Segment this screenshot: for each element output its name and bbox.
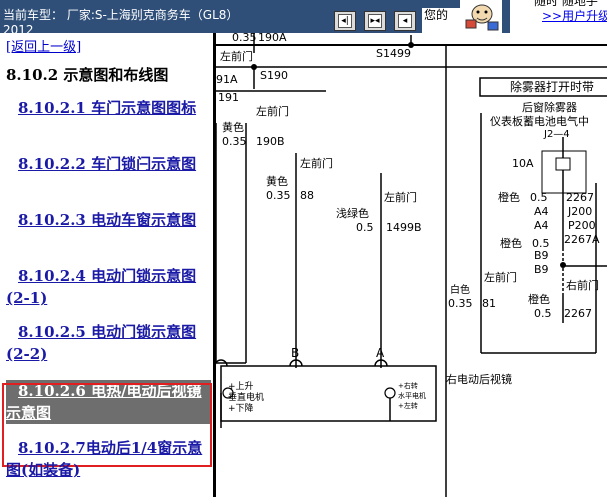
label-wire1-circuit: 190B xyxy=(256,135,285,148)
label-wire-lf-door2: 左前门 xyxy=(300,156,333,170)
label-hmotor: 水平电机 xyxy=(398,391,426,400)
triangle-left-icon: ◂ xyxy=(398,14,412,28)
back-link[interactable]: [返回上一级] xyxy=(6,36,81,55)
label-vmotor-down: +下降 xyxy=(228,402,254,414)
label-lf-door-right: 左前门 xyxy=(484,270,517,284)
toc-item-power-lock-2[interactable]: 8.10.2.5 电动门锁示意图(2-2) xyxy=(6,321,211,365)
toc-item-rear-quarter-window[interactable]: 8.10.2.7电动后1/4窗示意图(如装备) xyxy=(6,437,211,481)
label-wire1-gauge: 0.35 xyxy=(222,135,247,148)
label-orange2-color: 橙色 xyxy=(500,236,522,250)
label-wire5-circuit: 81 xyxy=(482,297,496,310)
greeting-text: 您的 xyxy=(422,8,460,33)
wiring-diagram: 0.35 190A 左前门 S1499 91A S190 191 左前门 黄色 … xyxy=(216,33,607,497)
mascot-icon xyxy=(460,0,502,33)
fuse-block xyxy=(541,150,587,194)
label-wire3-color: 浅绿色 xyxy=(336,206,369,220)
label-190a: 190A xyxy=(258,33,287,44)
promo-area: 随时 随地手 >>用户升级 xyxy=(510,0,607,33)
label-wire3-gauge: 0.5 xyxy=(356,221,374,234)
label-b9-1: B9 xyxy=(534,249,549,262)
label-w1: 0.35 xyxy=(232,33,257,44)
splice-s190 xyxy=(251,64,257,70)
label-orange1-circuit: 2267 xyxy=(566,191,594,204)
collapse-icon: ▸◂ xyxy=(368,14,382,28)
label-hmotor-right: +右转 xyxy=(398,381,418,390)
current-model-label: 当前车型： 厂家:S-上海别克商务车（GL8） xyxy=(3,8,239,22)
label-j2: J2—4 xyxy=(543,129,570,140)
label-defog-box: 除雾器打开时带 xyxy=(510,79,594,94)
label-s190: S190 xyxy=(260,69,288,82)
previous-button[interactable]: ◂ xyxy=(394,11,416,31)
skip-back-icon: ◂| xyxy=(338,14,352,28)
label-wire1-door: 左前门 xyxy=(256,104,289,118)
label-rf-door: 右前门 xyxy=(566,278,599,292)
label-a4-2: A4 xyxy=(534,219,549,232)
user-upgrade-link[interactable]: >>用户升级 xyxy=(542,9,607,24)
top-toolbar: 当前车型： 厂家:S-上海别克商务车（GL8） 2012 ◂| ▸◂ ◂ 您的 … xyxy=(0,0,607,33)
label-vmotor: 垂直电机 xyxy=(228,391,264,403)
label-wire1-color: 黄色 xyxy=(222,120,244,134)
label-wire2-gauge: 0.35 xyxy=(266,189,291,202)
label-right-mirror: 右电动后视镜 xyxy=(446,372,512,386)
toc-item-door-lock-latch[interactable]: 8.10.2.2 车门锁闩示意图 xyxy=(6,153,211,175)
label-hmotor-left: +左转 xyxy=(398,401,418,410)
label-orange3-circuit: 2267 xyxy=(564,307,592,320)
label-battery: 仪表板蓄电池电气中 xyxy=(490,114,589,128)
label-a4-1: A4 xyxy=(534,205,549,218)
label-b9-2: B9 xyxy=(534,263,549,276)
label-vmotor-up: +上升 xyxy=(228,381,254,392)
section-heading: 8.10.2 示意图和布线图 xyxy=(6,66,169,84)
sidebar: [返回上一级] 8.10.2 示意图和布线图 8.10.2.1 车门示意图图标 … xyxy=(0,33,213,497)
toc-item-power-window[interactable]: 8.10.2.3 电动车窗示意图 xyxy=(6,209,211,231)
label-lf-top: 左前门 xyxy=(220,49,253,63)
label-orange1-gauge: 0.5 xyxy=(530,191,548,204)
label-conn-a: A xyxy=(376,346,385,360)
label-j200: J200 xyxy=(567,205,592,218)
label-orange3-gauge: 0.5 xyxy=(534,307,552,320)
label-orange1-color: 橙色 xyxy=(498,190,520,204)
label-wire5-gauge: 0.35 xyxy=(448,297,473,310)
label-p200: P200 xyxy=(568,219,596,232)
label-wire2-circuit: 88 xyxy=(300,189,314,202)
horizontal-motor-icon xyxy=(384,387,396,399)
label-wire3-circuit: 1499B xyxy=(386,221,422,234)
label-fuse: 10A xyxy=(512,157,534,170)
label-rear-defog: 后窗除雾器 xyxy=(522,100,577,114)
toc-item-power-lock-1[interactable]: 8.10.2.4 电动门锁示意图(2-1) xyxy=(6,265,211,309)
label-wire2-color: 黄色 xyxy=(266,174,288,188)
collapse-button[interactable]: ▸◂ xyxy=(364,11,386,31)
label-wire5-color: 白色 xyxy=(450,283,470,296)
fuse-icon xyxy=(555,157,571,171)
label-191: 191 xyxy=(218,91,239,104)
toc-item-door-icons[interactable]: 8.10.2.1 车门示意图图标 xyxy=(6,97,211,119)
label-2267a: 2267A xyxy=(564,233,600,246)
label-orange3-color: 橙色 xyxy=(528,292,550,306)
current-model-year: 2012 xyxy=(3,23,34,33)
label-wire4-door: 左前门 xyxy=(384,190,417,204)
promo-text: 随时 随地手 xyxy=(534,0,598,8)
label-conn-b: B xyxy=(291,346,299,360)
first-page-button[interactable]: ◂| xyxy=(334,11,356,31)
label-s1499: S1499 xyxy=(376,47,411,60)
label-91a: 91A xyxy=(216,73,238,86)
